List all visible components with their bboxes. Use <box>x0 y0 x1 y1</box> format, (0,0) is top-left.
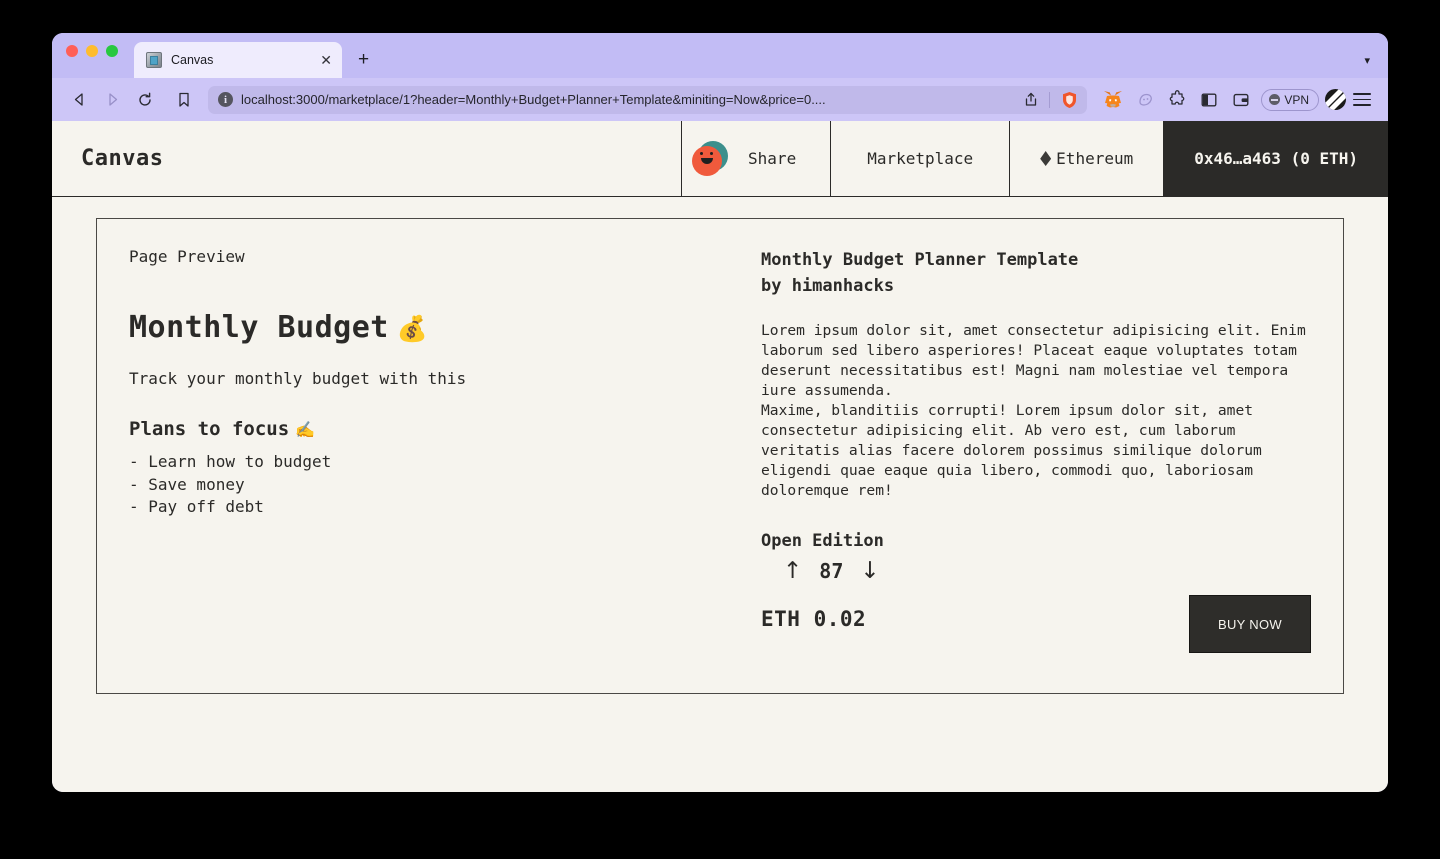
header-share-group[interactable]: Share <box>681 121 832 196</box>
window-traffic-lights <box>66 33 134 78</box>
page-viewport: Canvas Share Marketplace Ethereum 0x46…a… <box>52 121 1388 792</box>
new-tab-button[interactable]: + <box>358 50 369 69</box>
back-arrow-icon[interactable] <box>64 86 94 114</box>
edition-label: Open Edition <box>761 531 884 551</box>
info-icon[interactable]: i <box>218 92 233 107</box>
money-bag-icon: 💰 <box>396 314 429 343</box>
page-preview-label: Page Preview <box>129 247 245 266</box>
brave-wallet-icon[interactable] <box>1227 86 1255 114</box>
maximize-window-button[interactable] <box>106 45 118 57</box>
puzzle-piece-icon[interactable] <box>1163 86 1191 114</box>
minimize-window-button[interactable] <box>86 45 98 57</box>
brave-shields-icon[interactable] <box>1061 91 1078 109</box>
browser-tab-strip: Canvas ✕ + ▾ <box>52 33 1388 78</box>
close-icon[interactable]: ✕ <box>320 53 332 67</box>
app-header: Canvas Share Marketplace Ethereum 0x46…a… <box>52 121 1388 197</box>
reload-icon[interactable] <box>130 86 160 114</box>
writing-hand-icon: ✍️ <box>295 420 316 439</box>
preview-subtitle-text: Plans to focus <box>129 418 290 440</box>
avatar-eye-left <box>700 151 704 155</box>
image-favicon <box>146 52 162 68</box>
listing-title: Monthly Budget Planner Template <box>761 250 1079 270</box>
url-input[interactable]: localhost:3000/marketplace/1?header=Mont… <box>241 92 1016 107</box>
preview-paragraph: Track your monthly budget with this <box>129 369 467 388</box>
leo-ai-icon[interactable] <box>1131 86 1159 114</box>
sidebar-panel-icon[interactable] <box>1195 86 1223 114</box>
nav-item-marketplace[interactable]: Marketplace <box>831 121 1011 196</box>
metamask-fox-icon[interactable] <box>1099 86 1127 114</box>
list-item: - Save money <box>129 474 245 494</box>
listing-author: by himanhacks <box>761 276 895 296</box>
preview-title: Monthly Budget 💰 <box>129 310 735 345</box>
price-label: ETH 0.02 <box>761 607 867 631</box>
preview-subtitle: Plans to focus ✍️ <box>129 418 735 440</box>
browser-nav-bar: i localhost:3000/marketplace/1?header=Mo… <box>52 78 1388 121</box>
close-window-button[interactable] <box>66 45 78 57</box>
listing-card: Page Preview Monthly Budget 💰 Track your … <box>96 218 1344 694</box>
network-label: Ethereum <box>1056 149 1134 168</box>
list-item: - Learn how to budget <box>129 452 332 471</box>
share-icon[interactable] <box>1024 92 1038 107</box>
listing-details-column: Monthly Budget Planner Template by himan… <box>761 247 1311 659</box>
share-button-label: Share <box>748 149 797 168</box>
browser-toolbar-icons: VPN <box>1099 86 1374 114</box>
listing-description-paragraph: Lorem ipsum dolor sit, amet consectetur … <box>761 322 1306 399</box>
preview-title-text: Monthly Budget <box>129 310 389 345</box>
list-item: - Pay off debt <box>129 497 264 516</box>
browser-window: Canvas ✕ + ▾ i localhost:3000/marketplac… <box>52 33 1388 792</box>
brave-logo-icon[interactable] <box>1325 89 1346 110</box>
avatar-eye-right <box>710 151 714 155</box>
buy-now-button[interactable]: BUY NOW <box>1189 595 1311 653</box>
url-bar[interactable]: i localhost:3000/marketplace/1?header=Mo… <box>208 85 1088 114</box>
listing-description-paragraph: Maxime, blanditiis corrupti! Lorem ipsum… <box>761 402 1262 499</box>
price-and-buy-row: ETH 0.02 BUY NOW <box>761 595 1311 653</box>
vote-count: 87 <box>819 559 844 583</box>
ethereum-diamond-icon <box>1040 151 1052 166</box>
network-selector[interactable]: Ethereum <box>1010 121 1165 196</box>
page-preview-column: Page Preview Monthly Budget 💰 Track your … <box>129 247 735 659</box>
chevron-down-icon[interactable]: ▾ <box>1364 54 1370 67</box>
vpn-label: VPN <box>1284 92 1309 107</box>
forward-arrow-icon[interactable] <box>97 86 127 114</box>
app-brand-logo[interactable]: Canvas <box>52 121 681 196</box>
upvote-arrow-icon[interactable]: ↑ <box>783 559 802 583</box>
bookmark-icon[interactable] <box>169 86 199 114</box>
page-body: Page Preview Monthly Budget 💰 Track your … <box>52 197 1388 694</box>
downvote-arrow-icon[interactable]: ↓ <box>860 559 879 583</box>
vpn-status-icon <box>1269 94 1281 105</box>
tab-title: Canvas <box>171 53 214 67</box>
hamburger-menu-icon[interactable] <box>1350 88 1374 112</box>
divider <box>1049 91 1051 108</box>
desktop-backdrop: Canvas ✕ + ▾ i localhost:3000/marketplac… <box>0 0 1440 859</box>
wallet-address-button[interactable]: 0x46…a463 (0 ETH) <box>1164 121 1388 196</box>
vote-control: ↑ 87 ↓ <box>761 559 1311 583</box>
user-avatar[interactable] <box>692 140 729 177</box>
browser-tab[interactable]: Canvas ✕ <box>134 42 342 78</box>
listing-description: Lorem ipsum dolor sit, amet consectetur … <box>761 321 1311 501</box>
vpn-button[interactable]: VPN <box>1261 88 1319 111</box>
